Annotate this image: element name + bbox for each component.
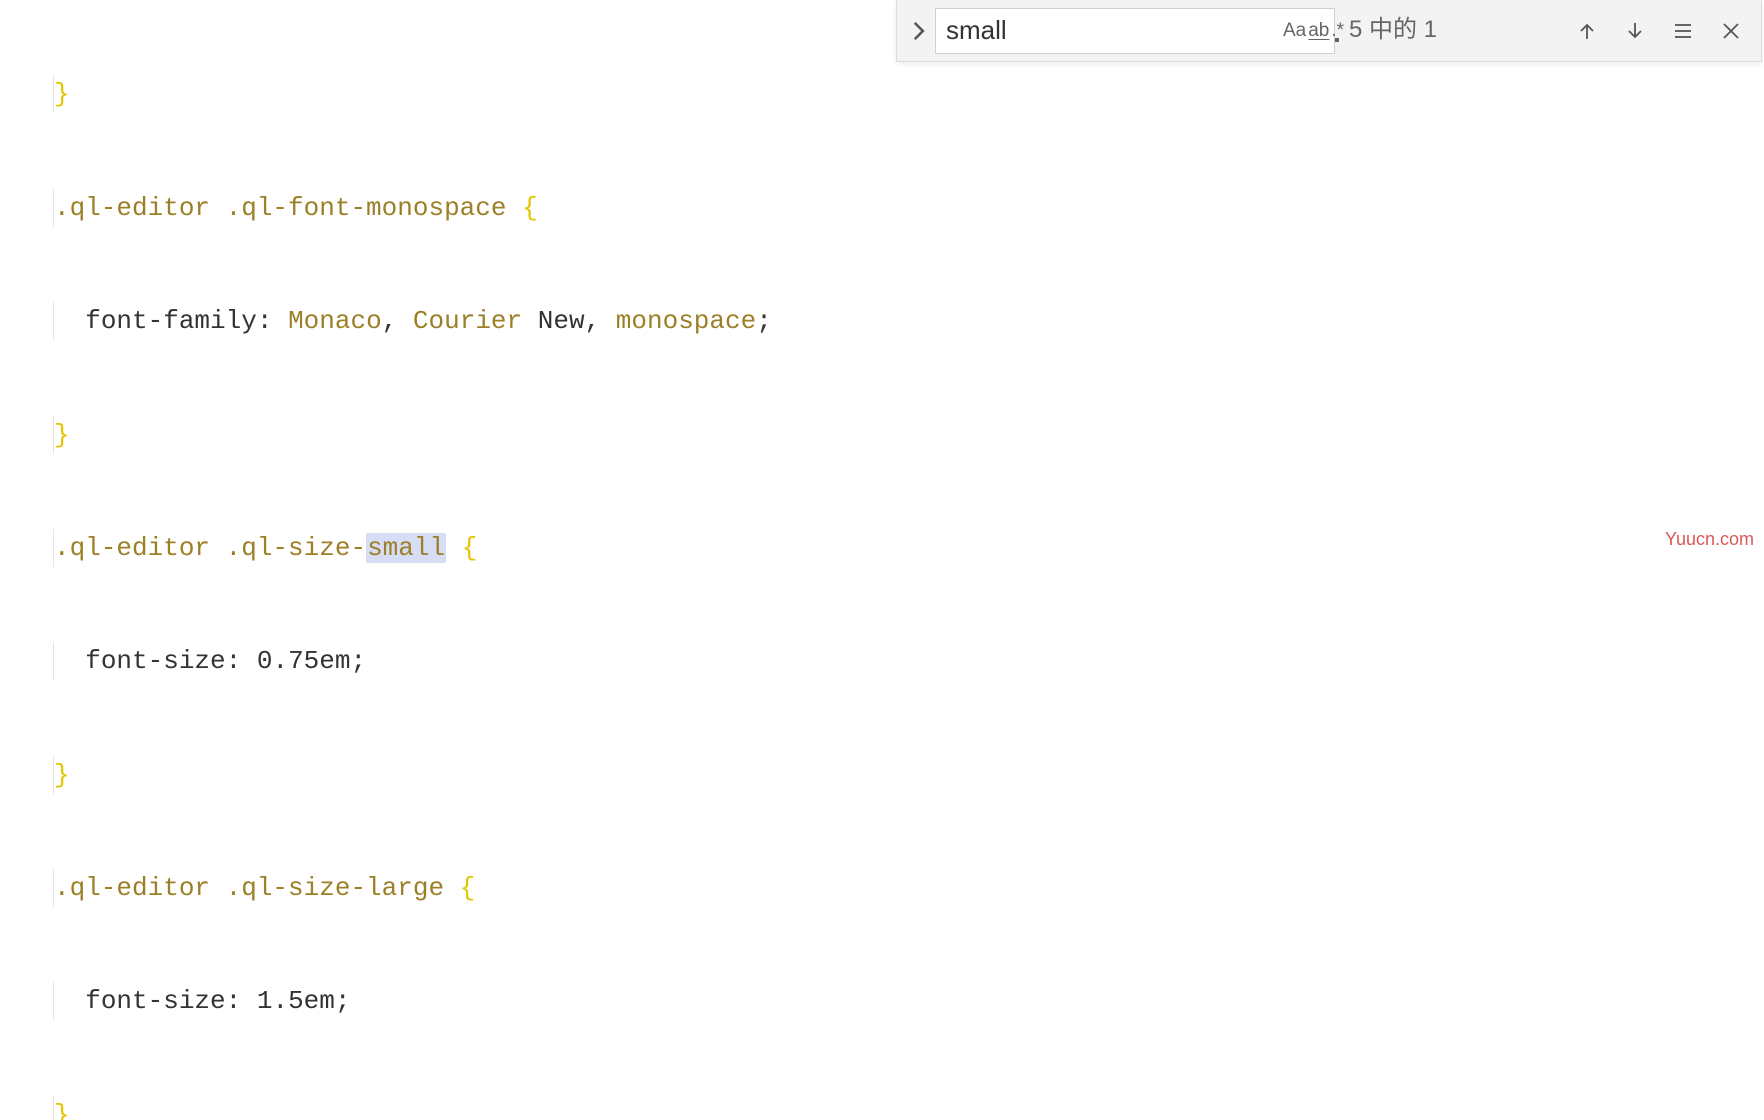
brace-open: { <box>460 873 476 903</box>
match-case-button[interactable]: Aa <box>1283 14 1306 48</box>
brace-close: } <box>54 79 70 109</box>
prev-match-button[interactable] <box>1565 9 1609 53</box>
css-value: 0.75em <box>257 646 351 676</box>
find-in-selection-button[interactable] <box>1661 9 1705 53</box>
css-value: Courier <box>413 306 522 336</box>
css-value: 1.5em <box>257 986 335 1016</box>
css-selector: .ql-editor .ql-font-monospace <box>54 193 522 223</box>
match-count: 5 中的 1 <box>1349 13 1437 48</box>
close-find-button[interactable] <box>1709 9 1753 53</box>
find-input-wrapper: Aa ab .* <box>935 8 1335 54</box>
brace-open: { <box>522 193 538 223</box>
find-widget: Aa ab .* 5 中的 1 <box>896 0 1762 62</box>
css-selector: .ql-editor .ql-size-large <box>54 873 460 903</box>
watermark: Yuucn.com <box>1665 526 1754 552</box>
brace-close: } <box>54 760 70 790</box>
brace-open: { <box>462 533 478 563</box>
brace-close: } <box>54 420 70 450</box>
css-property: font-size <box>85 646 225 676</box>
code-editor[interactable]: } .ql-editor .ql-font-monospace { font-f… <box>0 0 1764 1120</box>
css-property: font-size <box>85 986 225 1016</box>
find-input[interactable] <box>946 15 1281 46</box>
toggle-replace-button[interactable] <box>905 8 931 54</box>
css-property: font-family <box>85 306 257 336</box>
brace-close: } <box>54 1100 70 1120</box>
regex-button[interactable]: .* <box>1331 14 1344 48</box>
whole-word-button[interactable]: ab <box>1308 14 1329 48</box>
css-value: monospace <box>616 306 756 336</box>
css-value: Monaco <box>288 306 382 336</box>
css-selector: .ql-editor .ql-size- <box>54 533 366 563</box>
search-highlight: small <box>366 533 446 563</box>
next-match-button[interactable] <box>1613 9 1657 53</box>
